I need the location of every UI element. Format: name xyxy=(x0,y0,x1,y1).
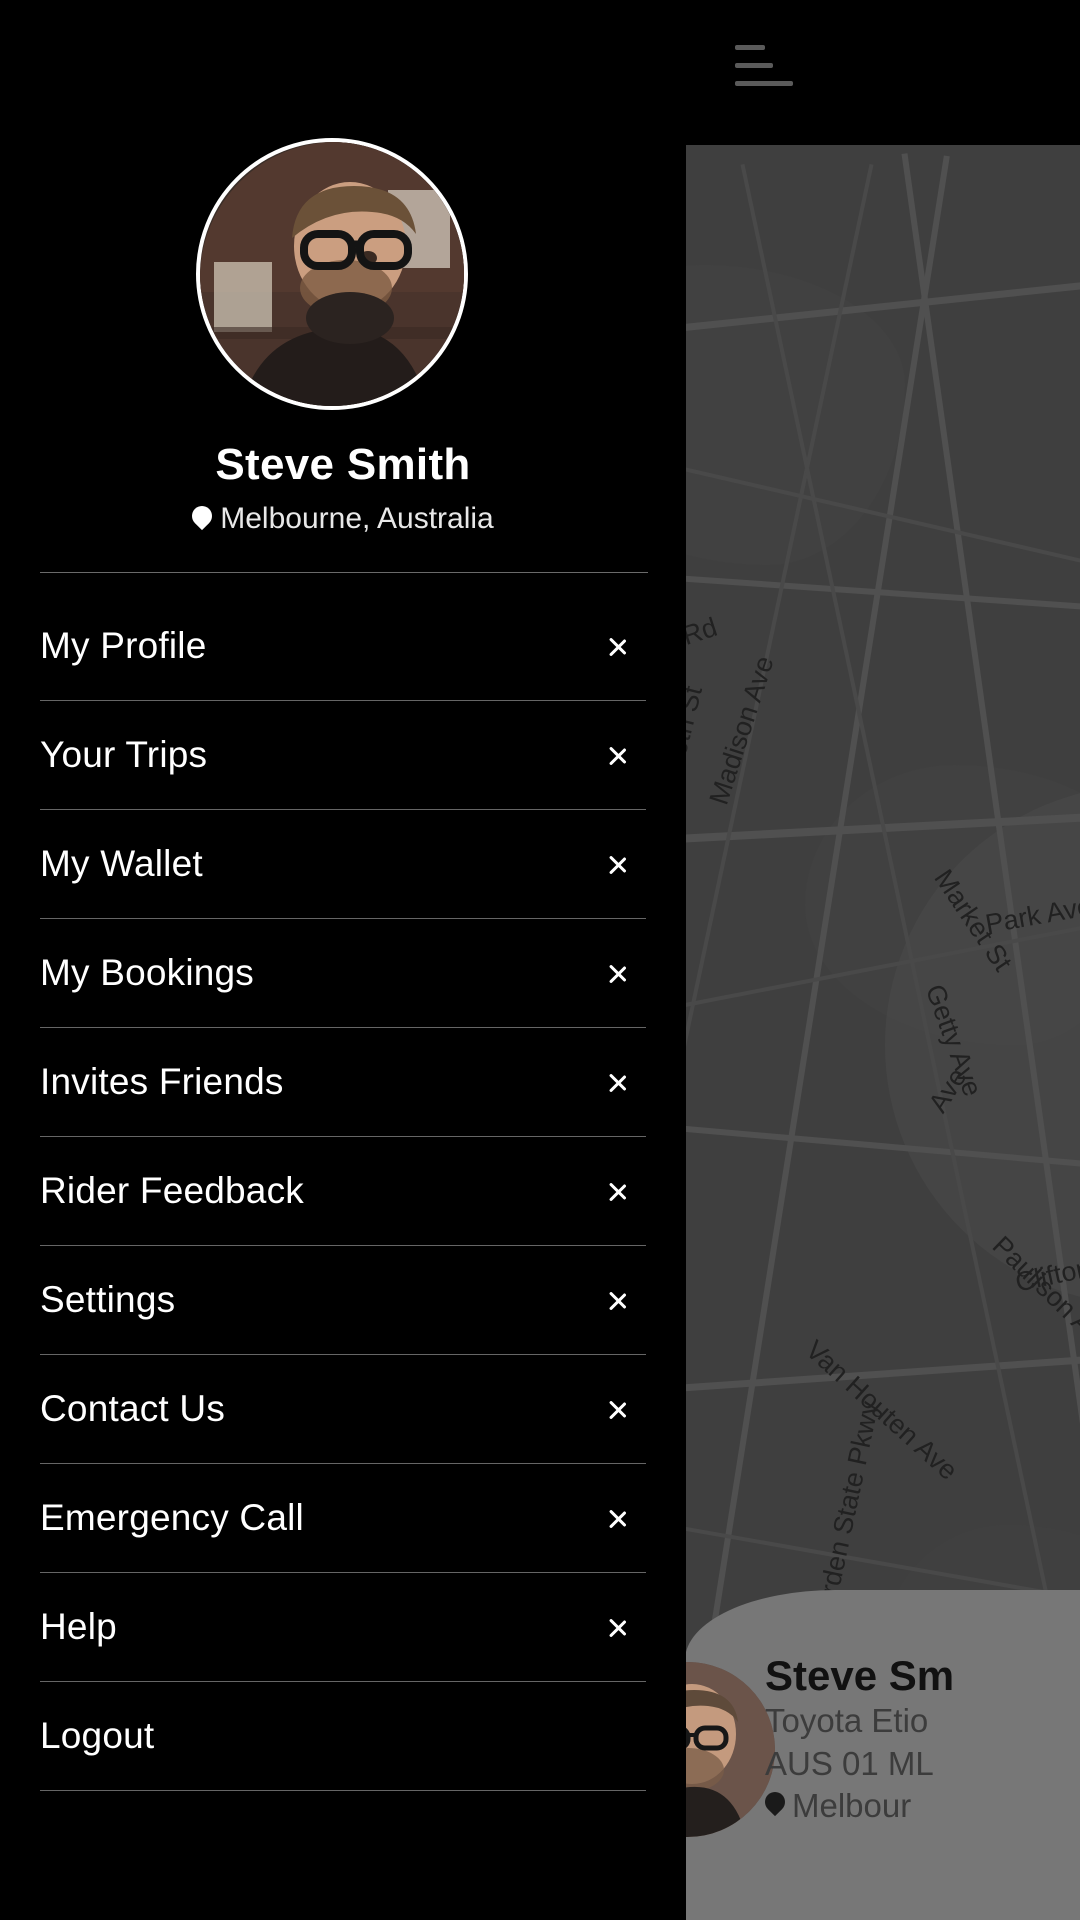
menu-item-my-bookings[interactable]: My Bookings xyxy=(40,919,646,1028)
chevron-right-icon xyxy=(608,1500,628,1536)
menu-item-label: Help xyxy=(40,1606,117,1647)
map-label-street: Madison Ave xyxy=(703,652,780,809)
chevron-right-icon xyxy=(608,628,628,664)
hamburger-menu-icon[interactable] xyxy=(735,45,795,91)
chevron-right-icon xyxy=(608,1173,628,1209)
chevron-right-icon xyxy=(608,1609,628,1645)
driver-plate-number: AUS 01 ML xyxy=(765,1744,934,1782)
driver-location-row: Melbour xyxy=(760,1785,1080,1827)
chevron-right-icon xyxy=(608,737,628,773)
menu-item-label: My Profile xyxy=(40,625,207,666)
map-panel[interactable]: rth Haledon Hawthorne Haledon Paterson C… xyxy=(685,145,1080,1920)
map-label-street: Wagaraw Rd xyxy=(685,611,721,688)
hamburger-line-middle xyxy=(735,63,773,68)
menu-item-invites-friends[interactable]: Invites Friends xyxy=(40,1028,646,1137)
menu-item-contact-us[interactable]: Contact Us xyxy=(40,1355,646,1464)
menu-item-emergency-call[interactable]: Emergency Call xyxy=(40,1464,646,1573)
app-screen: rth Haledon Hawthorne Haledon Paterson C… xyxy=(0,0,1080,1920)
chevron-right-icon xyxy=(608,1391,628,1427)
menu-item-rider-feedback[interactable]: Rider Feedback xyxy=(40,1137,646,1246)
menu-item-label: Your Trips xyxy=(40,734,208,775)
menu-item-your-trips[interactable]: Your Trips xyxy=(40,701,646,810)
profile-name: Steve Smith xyxy=(215,440,471,489)
menu-item-label: My Wallet xyxy=(40,843,203,884)
hamburger-line-top xyxy=(735,45,765,50)
map-label-street: E 16th St xyxy=(685,682,709,798)
drawer-menu-list: My Profile Your Trips My Wallet My Bookings… xyxy=(0,592,686,1791)
navigation-drawer: Steve Smith Melbourne, Australia My Prof… xyxy=(0,0,686,1920)
menu-item-settings[interactable]: Settings xyxy=(40,1246,646,1355)
menu-item-logout[interactable]: Logout xyxy=(40,1682,646,1791)
menu-item-label: Logout xyxy=(40,1715,155,1756)
chevron-right-icon xyxy=(608,1064,628,1100)
menu-item-my-wallet[interactable]: My Wallet xyxy=(40,810,646,919)
menu-item-label: Contact Us xyxy=(40,1388,226,1429)
driver-vehicle-model: Toyota Etio xyxy=(765,1702,929,1740)
profile-location-label: Melbourne, Australia xyxy=(220,502,494,535)
menu-item-my-profile[interactable]: My Profile xyxy=(40,592,646,701)
driver-details: Steve Sm Toyota Etio AUS 01 ML Melbour xyxy=(760,1652,1080,1827)
menu-item-label: Settings xyxy=(40,1279,176,1320)
driver-name: Steve Sm xyxy=(765,1652,955,1699)
menu-item-label: My Bookings xyxy=(40,952,255,993)
user-avatar[interactable] xyxy=(196,138,468,410)
menu-item-label: Invites Friends xyxy=(40,1061,284,1102)
chevron-right-icon xyxy=(608,846,628,882)
chevron-right-icon xyxy=(608,955,628,991)
drawer-top-divider xyxy=(40,572,648,573)
menu-item-label: Rider Feedback xyxy=(40,1170,304,1211)
menu-item-label: Emergency Call xyxy=(40,1497,304,1538)
profile-location-row: Melbourne, Australia xyxy=(0,501,686,536)
chevron-right-icon xyxy=(608,1282,628,1318)
location-pin-icon xyxy=(188,501,217,533)
driver-avatar xyxy=(685,1662,775,1837)
menu-item-help[interactable]: Help xyxy=(40,1573,646,1682)
location-pin-icon xyxy=(760,1788,790,1819)
driver-info-card[interactable]: Steve Sm Toyota Etio AUS 01 ML Melbour xyxy=(685,1590,1080,1920)
hamburger-line-bottom xyxy=(735,81,793,86)
driver-location-label: Melbour xyxy=(792,1786,912,1824)
